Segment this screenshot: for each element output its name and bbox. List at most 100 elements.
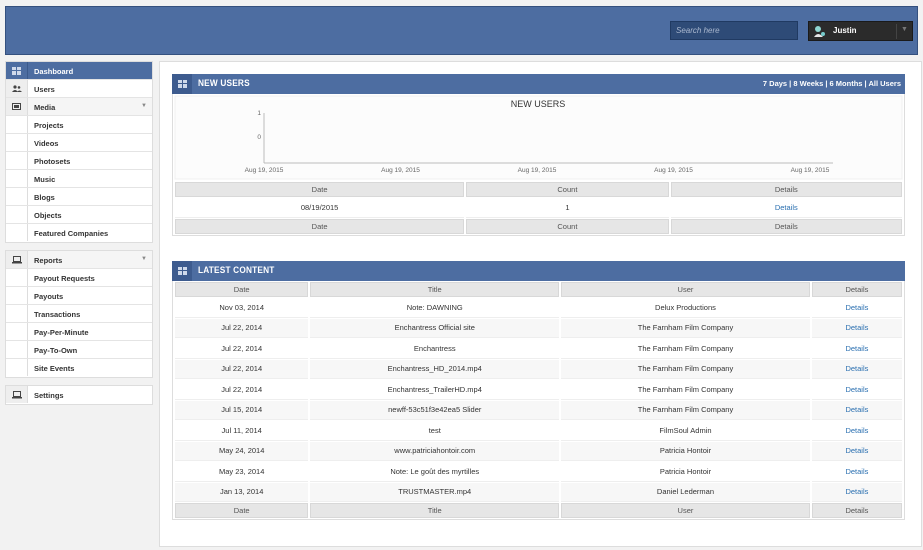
sidebar-item-music[interactable]: Music (6, 170, 152, 188)
panel-header: LATEST CONTENT (172, 261, 905, 281)
range-all-users[interactable]: All Users (868, 79, 901, 88)
sidebar-item-pay-to-own[interactable]: Pay-To-Own (6, 341, 152, 359)
cell-title: test (310, 421, 560, 441)
cell-user: FilmSoul Admin (561, 421, 810, 441)
sidebar-item-label: Transactions (34, 310, 81, 319)
col-footer-date: Date (175, 503, 309, 518)
dashboard-icon (6, 62, 28, 79)
sidebar-item-site-events[interactable]: Site Events (6, 359, 152, 377)
sidebar-item-label: Users (34, 85, 55, 94)
cell-user: Patricia Hontoir (561, 441, 810, 461)
sidebar-item-blogs[interactable]: Blogs (6, 188, 152, 206)
col-footer-user: User (561, 503, 810, 518)
sidebar-item-settings[interactable]: Settings (6, 386, 152, 404)
sidebar: Dashboard Users Media ▼ Projects Videos … (5, 61, 153, 405)
sidebar-item-media[interactable]: Media ▼ (6, 98, 152, 116)
sidebar-item-label: Dashboard (34, 67, 74, 76)
sidebar-item-featured-companies[interactable]: Featured Companies (6, 224, 152, 242)
chevron-down-icon[interactable]: ▼ (901, 26, 908, 33)
col-header-date[interactable]: Date (175, 182, 465, 197)
laptop-icon (6, 386, 28, 403)
sub-indent (6, 134, 28, 151)
sidebar-item-dashboard[interactable]: Dashboard (6, 62, 152, 80)
cell-user: Patricia Hontoir (561, 462, 810, 482)
search-input[interactable] (670, 21, 798, 40)
col-header-details[interactable]: Details (811, 282, 902, 297)
col-footer-title: Title (310, 503, 560, 518)
panel-header: NEW USERS 7 Days | 8 Weeks | 6 Months | … (172, 74, 905, 94)
user-menu[interactable]: Justin ▼ (808, 21, 913, 41)
chart-svg: NEW USERS Aug 19, 2015 Aug 19, 2015 Aug 19… (174, 95, 903, 180)
sidebar-item-photosets[interactable]: Photosets (6, 152, 152, 170)
x-tick-label: Aug 19, 2015 (518, 167, 557, 174)
sidebar-item-label: Pay-To-Own (34, 346, 78, 355)
sub-indent (6, 359, 28, 376)
sidebar-item-pay-per-minute[interactable]: Pay-Per-Minute (6, 323, 152, 341)
chevron-down-icon: ▼ (141, 256, 147, 262)
cell-title: TRUSTMASTER.mp4 (310, 482, 560, 502)
cell-details: Details (811, 400, 902, 420)
sidebar-item-projects[interactable]: Projects (6, 116, 152, 134)
cell-details: Details (811, 441, 902, 461)
sub-indent (6, 116, 28, 133)
table-row: Jul 22, 2014 Enchantress_TrailerHD.mp4 The… (175, 380, 902, 400)
sidebar-item-videos[interactable]: Videos (6, 134, 152, 152)
range-6-months[interactable]: 6 Months (830, 79, 863, 88)
sidebar-item-payout-requests[interactable]: Payout Requests (6, 269, 152, 287)
table-row: Jul 11, 2014 test FilmSoul Admin Details (175, 421, 902, 441)
details-link[interactable]: Details (845, 405, 868, 414)
range-7-days[interactable]: 7 Days (763, 79, 787, 88)
sidebar-item-label: Payout Requests (34, 274, 95, 283)
sub-indent (6, 341, 28, 358)
sidebar-item-label: Media (34, 103, 56, 112)
cell-details: Details (811, 318, 902, 338)
range-8-weeks[interactable]: 8 Weeks (793, 79, 823, 88)
cell-date: Jul 11, 2014 (175, 421, 309, 441)
details-link[interactable]: Details (845, 426, 868, 435)
sidebar-item-reports[interactable]: Reports ▼ (6, 251, 152, 269)
cell-title: Note: Le goût des myrtilles (310, 462, 560, 482)
new-users-table-wrap: Date Count Details 08/19/2015 1 Details … (172, 181, 905, 236)
cell-user: The Farnham Film Company (561, 380, 810, 400)
sub-indent (6, 170, 28, 187)
user-avatar-icon (813, 25, 826, 38)
details-link[interactable]: Details (845, 446, 868, 455)
details-link[interactable]: Details (845, 385, 868, 394)
details-link[interactable]: Details (845, 344, 868, 353)
sidebar-item-objects[interactable]: Objects (6, 206, 152, 224)
col-header-title[interactable]: Title (310, 282, 560, 297)
cell-details: Details (811, 298, 902, 318)
latest-content-panel: LATEST CONTENT Date Title User Details N… (172, 261, 905, 520)
col-header-count[interactable]: Count (466, 182, 669, 197)
details-link[interactable]: Details (845, 487, 868, 496)
sidebar-item-transactions[interactable]: Transactions (6, 305, 152, 323)
x-tick-label: Aug 19, 2015 (245, 167, 284, 174)
col-header-details[interactable]: Details (670, 182, 902, 197)
details-link[interactable]: Details (845, 303, 868, 312)
sub-indent (6, 152, 28, 169)
details-link[interactable]: Details (775, 203, 798, 212)
cell-details: Details (811, 339, 902, 359)
latest-content-table-wrap: Date Title User Details Nov 03, 2014 Note… (172, 281, 905, 520)
details-link[interactable]: Details (845, 323, 868, 332)
sidebar-item-payouts[interactable]: Payouts (6, 287, 152, 305)
sidebar-settings-nav: Settings (5, 385, 153, 405)
table-row: Jan 13, 2014 TRUSTMASTER.mp4 Daniel Lederm… (175, 482, 902, 502)
col-footer-count: Count (466, 218, 669, 234)
cell-title: Enchantress Official site (310, 318, 560, 338)
chevron-down-icon: ▼ (141, 103, 147, 109)
sidebar-item-users[interactable]: Users (6, 80, 152, 98)
top-header: Justin ▼ (5, 6, 918, 55)
sidebar-item-label: Blogs (34, 193, 55, 202)
col-header-user[interactable]: User (561, 282, 810, 297)
cell-date: Jul 22, 2014 (175, 359, 309, 379)
cell-date: Jul 22, 2014 (175, 339, 309, 359)
divider (896, 24, 897, 39)
table-row: Jul 22, 2014 Enchantress_HD_2014.mp4 The F… (175, 359, 902, 379)
cell-user: Delux Productions (561, 298, 810, 318)
details-link[interactable]: Details (845, 467, 868, 476)
col-header-date[interactable]: Date (175, 282, 309, 297)
details-link[interactable]: Details (845, 364, 868, 373)
sub-indent (6, 305, 28, 322)
sidebar-item-label: Settings (34, 391, 64, 400)
